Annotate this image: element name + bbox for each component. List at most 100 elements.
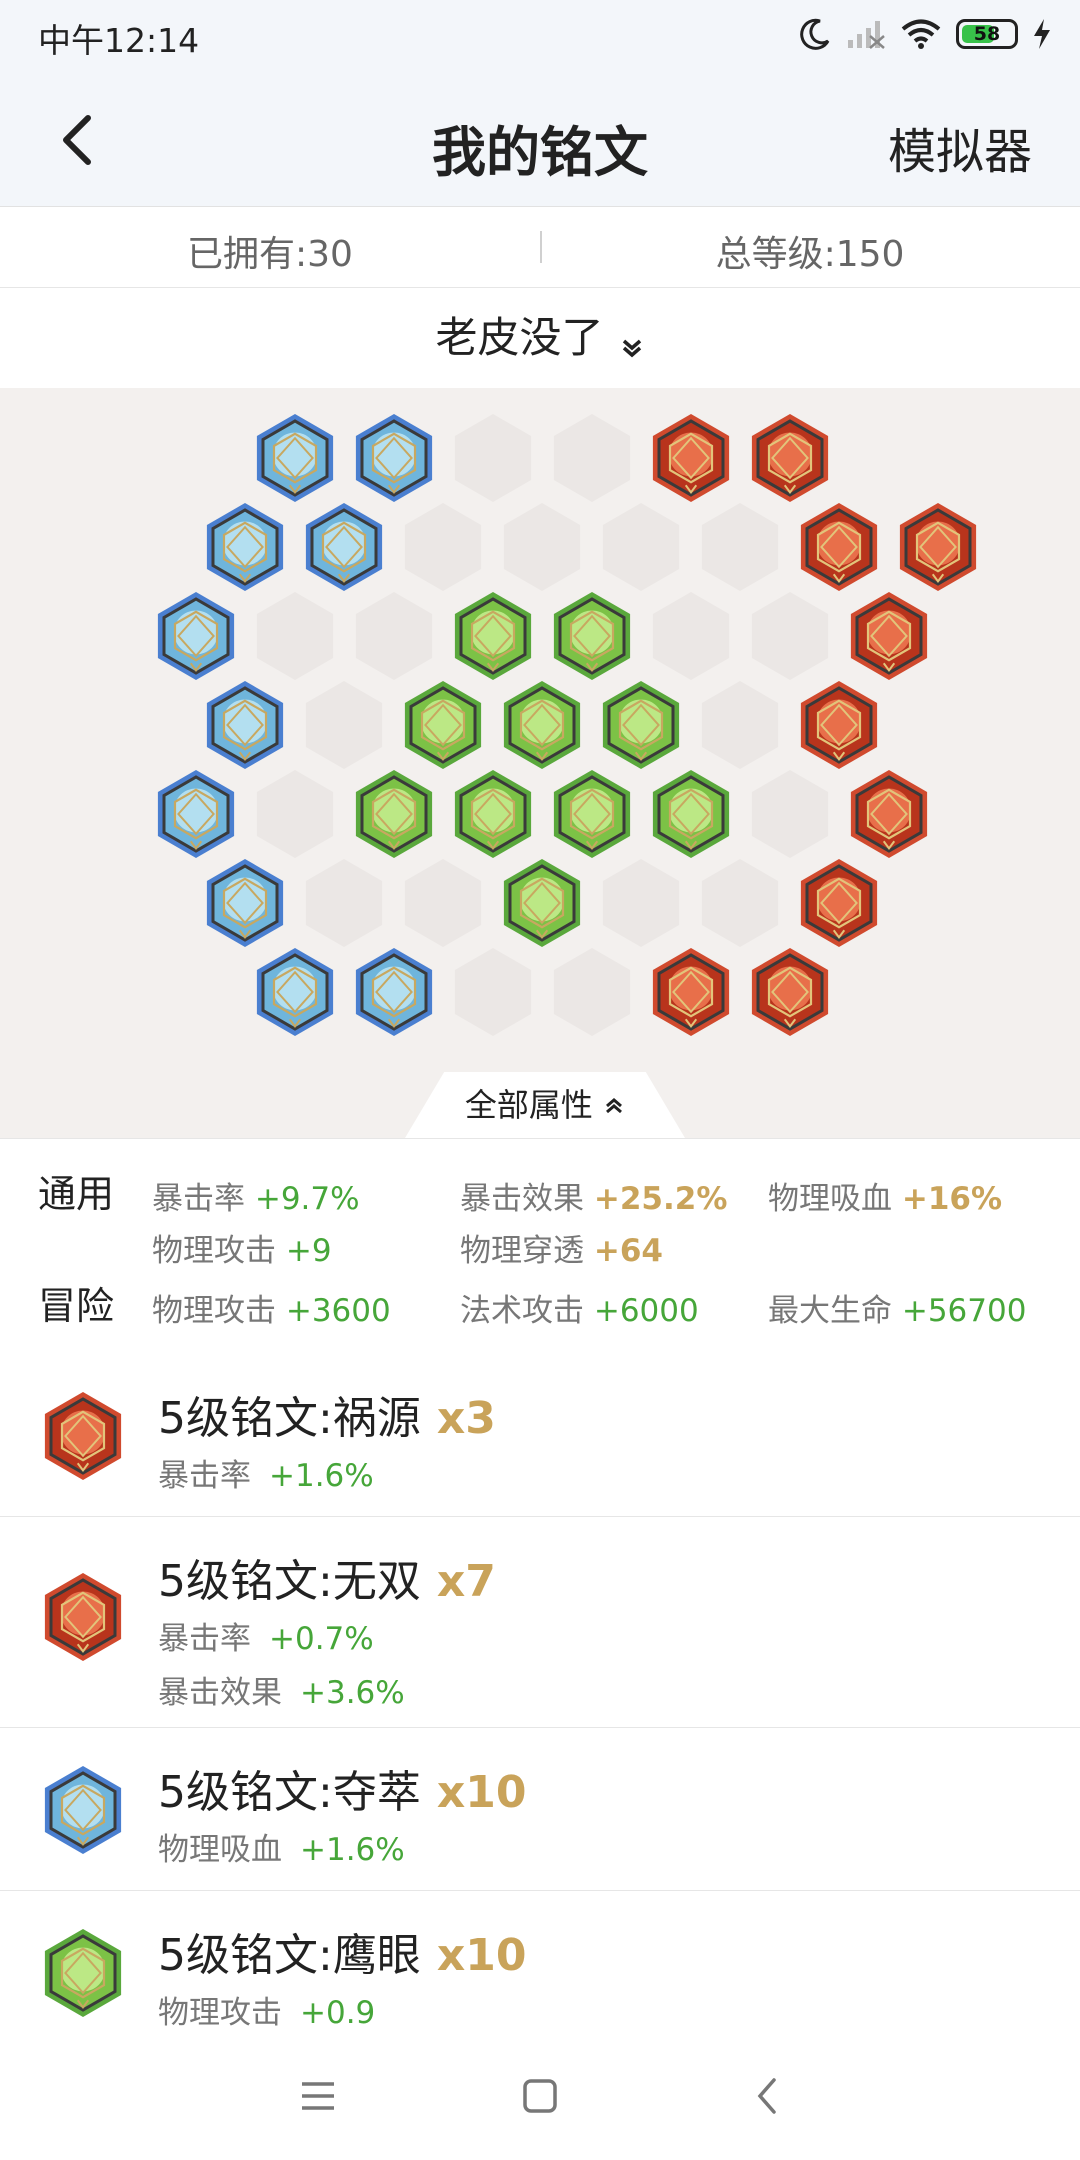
- inscription-page-selector[interactable]: 老皮没了: [0, 288, 1080, 388]
- empty-slot[interactable]: [701, 681, 779, 769]
- empty-slot[interactable]: [602, 503, 680, 591]
- empty-slot[interactable]: [701, 859, 779, 947]
- inscription-gem[interactable]: [44, 1766, 122, 1854]
- category-general: 通用: [38, 1172, 115, 1216]
- owned-count: 已拥有:30: [187, 234, 353, 275]
- attr-name: 物理攻击: [152, 1233, 276, 1269]
- inscription-slot-red[interactable]: [652, 948, 730, 1036]
- inscription-slot-red[interactable]: [800, 503, 878, 591]
- empty-slot[interactable]: [503, 503, 581, 591]
- menu-icon[interactable]: [288, 2066, 348, 2126]
- attr-value: +56700: [901, 1293, 1027, 1329]
- list-item[interactable]: 5级铭文:无双 x7 暴击率 +0.7% 暴击效果 +3.6%: [0, 1517, 1080, 1728]
- inscription-red-icon: [44, 1392, 122, 1480]
- empty-slot[interactable]: [256, 770, 334, 858]
- inscription-slot-green[interactable]: [454, 770, 532, 858]
- moon-icon: [800, 18, 830, 50]
- inscription-slot-blue[interactable]: [305, 503, 383, 591]
- empty-slot[interactable]: [305, 681, 383, 769]
- list-item[interactable]: 5级铭文:夺萃 x10 物理吸血 +1.6%: [0, 1728, 1080, 1891]
- empty-slot[interactable]: [751, 770, 829, 858]
- top-nav: 我的铭文 模拟器: [0, 70, 1080, 207]
- inscription-board: [0, 388, 1080, 1138]
- inscription-slot-blue[interactable]: [206, 859, 284, 947]
- inscription-slot-green[interactable]: [553, 592, 631, 680]
- inscription-slot-green[interactable]: [503, 681, 581, 769]
- attributes-panel: 通用 暴击率 +9.7% 暴击效果 +25.2% 物理吸血 +16% 物理攻击 …: [0, 1138, 1080, 1355]
- empty-slot[interactable]: [751, 592, 829, 680]
- attr-value: +3600: [285, 1293, 391, 1329]
- inscription-slot-blue[interactable]: [256, 414, 334, 502]
- status-bar: 中午12:14 58: [0, 0, 1080, 70]
- inscription-slot-red[interactable]: [800, 859, 878, 947]
- inscription-slot-blue[interactable]: [355, 948, 433, 1036]
- empty-slot[interactable]: [701, 503, 779, 591]
- empty-slot[interactable]: [305, 859, 383, 947]
- nav-back-icon[interactable]: [738, 2066, 798, 2126]
- system-nav-bar: [0, 2030, 1080, 2160]
- inscription-slot-blue[interactable]: [355, 414, 433, 502]
- inscription-slot-red[interactable]: [899, 503, 977, 591]
- inscription-slot-green[interactable]: [602, 681, 680, 769]
- attr-adv-max-hp: 最大生命 +56700: [768, 1285, 1026, 1330]
- inscription-slot-blue[interactable]: [206, 681, 284, 769]
- inscription-slot-blue[interactable]: [206, 503, 284, 591]
- inscription-count: x7: [436, 1556, 496, 1607]
- empty-slot[interactable]: [553, 414, 631, 502]
- battery-level: 58: [973, 23, 1001, 45]
- inscription-slot-green[interactable]: [404, 681, 482, 769]
- attr-crit-rate: 暴击率 +9.7%: [152, 1173, 360, 1218]
- home-icon[interactable]: [510, 2066, 570, 2126]
- attr-name: 法术攻击: [460, 1293, 584, 1329]
- empty-slot[interactable]: [602, 859, 680, 947]
- empty-slot[interactable]: [454, 414, 532, 502]
- list-item[interactable]: 5级铭文:祸源 x3 暴击率 +1.6%: [0, 1354, 1080, 1517]
- empty-slot[interactable]: [553, 948, 631, 1036]
- attr-value: +16%: [901, 1181, 1003, 1217]
- inscription-count: x10: [436, 1930, 527, 1981]
- inscription-slot-red[interactable]: [800, 681, 878, 769]
- inscription-slot-blue[interactable]: [256, 948, 334, 1036]
- summary-stats: 已拥有:30 总等级:150: [0, 207, 1080, 288]
- attr-adv-magic-attack: 法术攻击 +6000: [460, 1285, 699, 1330]
- all-attributes-label: 全部属性: [464, 1086, 593, 1124]
- attr-name: 暴击效果: [460, 1181, 584, 1217]
- inscription-slot-green[interactable]: [454, 592, 532, 680]
- empty-slot[interactable]: [404, 859, 482, 947]
- inscription-slot-green[interactable]: [503, 859, 581, 947]
- inscription-slot-blue[interactable]: [157, 592, 235, 680]
- simulator-button[interactable]: 模拟器: [888, 112, 1032, 182]
- empty-slot[interactable]: [355, 592, 433, 680]
- inscription-slot-red[interactable]: [850, 592, 928, 680]
- attr-physical-attack: 物理攻击 +9: [152, 1225, 332, 1270]
- inscription-count: x10: [436, 1767, 527, 1818]
- chevron-down-icon: [622, 339, 641, 357]
- inscription-gem[interactable]: [44, 1573, 122, 1661]
- inscription-name: 5级铭文:祸源 x3: [158, 1393, 496, 1444]
- empty-slot[interactable]: [256, 592, 334, 680]
- inscription-slot-blue[interactable]: [157, 770, 235, 858]
- attr-value: +25.2%: [593, 1181, 728, 1217]
- inscription-stat: 暴击效果 +3.6%: [158, 1675, 405, 1711]
- inscription-slot-green[interactable]: [553, 770, 631, 858]
- inscription-slot-green[interactable]: [355, 770, 433, 858]
- inscription-slot-green[interactable]: [652, 770, 730, 858]
- inscription-slot-red[interactable]: [652, 414, 730, 502]
- inscription-slot-red[interactable]: [751, 414, 829, 502]
- inscription-stat: 物理吸血 +1.6%: [158, 1832, 405, 1868]
- attr-lifesteal: 物理吸血 +16%: [768, 1173, 1002, 1218]
- inscription-gem[interactable]: [44, 1392, 122, 1480]
- inscription-list: 5级铭文:祸源 x3 暴击率 +1.6% 5级铭文:无双 x7 暴击率 +0.7% 暴击…: [0, 1354, 1080, 2054]
- attr-value: +6000: [593, 1293, 699, 1329]
- inscription-slot-red[interactable]: [751, 948, 829, 1036]
- empty-slot[interactable]: [652, 592, 730, 680]
- inscription-name: 5级铭文:无双 x7: [158, 1556, 496, 1607]
- attr-name: 最大生命: [768, 1293, 892, 1329]
- status-icons: 58: [798, 14, 1052, 54]
- inscription-slot-red[interactable]: [850, 770, 928, 858]
- inscription-gem[interactable]: [44, 1929, 122, 2017]
- attr-value: +9.7%: [254, 1181, 360, 1217]
- all-attributes-toggle[interactable]: 全部属性: [405, 1072, 685, 1138]
- empty-slot[interactable]: [404, 503, 482, 591]
- empty-slot[interactable]: [454, 948, 532, 1036]
